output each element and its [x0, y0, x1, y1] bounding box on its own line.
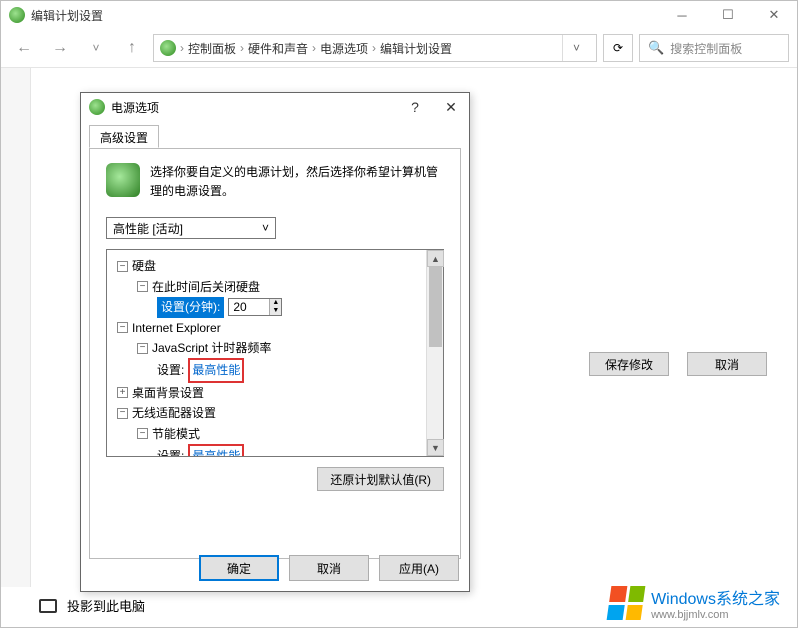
nav-back-button[interactable]: ←	[9, 33, 39, 63]
refresh-button[interactable]: ⟳	[603, 34, 633, 62]
scrollbar[interactable]: ▲ ▼	[426, 250, 443, 456]
sidebar	[1, 68, 31, 587]
dialog-titlebar: 电源选项 ? ✕	[81, 93, 469, 121]
tree-node-ie[interactable]: −Internet Explorer	[113, 318, 426, 338]
tree-leaf-hdd-setting[interactable]: 设置(分钟): ▲▼	[113, 297, 426, 317]
js-value[interactable]: 最高性能	[188, 358, 244, 382]
tree-node-hdd[interactable]: −硬盘	[113, 256, 426, 276]
project-to-pc-label: 投影到此电脑	[67, 596, 145, 615]
windows-logo-icon	[607, 586, 646, 620]
spinner-up-icon[interactable]: ▲	[269, 299, 281, 307]
window-title: 编辑计划设置	[31, 7, 103, 24]
cancel-button[interactable]: 取消	[687, 352, 767, 376]
dialog-title: 电源选项	[111, 99, 159, 116]
plan-selected-value: 高性能 [活动]	[113, 220, 183, 237]
power-icon	[160, 40, 176, 56]
search-icon: 🔍	[648, 40, 664, 56]
wifi-value[interactable]: 最高性能	[188, 444, 244, 456]
help-button[interactable]: ?	[397, 93, 433, 121]
description-text: 选择你要自定义的电源计划，然后选择你希望计算机管理的电源设置。	[150, 163, 444, 201]
tree-node-wifi-mode[interactable]: −节能模式	[113, 424, 426, 444]
scroll-down-icon[interactable]: ▼	[427, 439, 444, 456]
toolbar: ← → ˅ ↑ › 控制面板 › 硬件和声音 › 电源选项 › 编辑计划设置 ˅…	[1, 29, 797, 67]
cancel-button[interactable]: 取消	[289, 555, 369, 581]
restore-defaults-button[interactable]: 还原计划默认值(R)	[317, 467, 444, 491]
tab-advanced[interactable]: 高级设置	[89, 125, 159, 148]
tree-leaf-wifi-setting[interactable]: 设置: 最高性能	[113, 444, 426, 456]
breadcrumb[interactable]: › 控制面板 › 硬件和声音 › 电源选项 › 编辑计划设置 ˅	[153, 34, 597, 62]
titlebar: 编辑计划设置 ─ ☐ ✕	[1, 1, 797, 29]
watermark-url: www.bjjmlv.com	[651, 609, 780, 621]
save-button[interactable]: 保存修改	[589, 352, 669, 376]
chevron-down-icon[interactable]: ˅	[562, 35, 590, 61]
projector-icon	[39, 599, 57, 613]
apply-button[interactable]: 应用(A)	[379, 555, 459, 581]
breadcrumb-item[interactable]: 控制面板	[188, 40, 236, 57]
close-button[interactable]: ✕	[433, 93, 469, 121]
watermark: Windows系统之家 www.bjjmlv.com	[609, 585, 780, 621]
settings-tree: −硬盘 −在此时间后关闭硬盘 设置(分钟): ▲▼ −Internet Expl…	[106, 249, 444, 457]
chevron-down-icon: ˅	[262, 221, 269, 235]
nav-up-button[interactable]: ↑	[117, 33, 147, 63]
minutes-spinner[interactable]: ▲▼	[228, 298, 282, 316]
tabstrip: 高级设置	[89, 125, 461, 149]
tree-node-desktop[interactable]: +桌面背景设置	[113, 383, 426, 403]
scroll-thumb[interactable]	[429, 267, 442, 347]
tree-leaf-js-setting[interactable]: 设置: 最高性能	[113, 358, 426, 382]
tab-page: 选择你要自定义的电源计划，然后选择你希望计算机管理的电源设置。 高性能 [活动]…	[89, 149, 461, 559]
tree-node-js-timer[interactable]: −JavaScript 计时器频率	[113, 338, 426, 358]
breadcrumb-item[interactable]: 电源选项	[320, 40, 368, 57]
setting-label: 设置(分钟):	[157, 297, 224, 317]
search-input[interactable]: 🔍 搜索控制面板	[639, 34, 789, 62]
breadcrumb-item[interactable]: 编辑计划设置	[380, 40, 452, 57]
nav-dropdown-button[interactable]: ˅	[81, 33, 111, 63]
battery-icon	[106, 163, 140, 197]
minutes-input[interactable]	[229, 300, 269, 314]
close-button[interactable]: ✕	[751, 1, 797, 29]
scroll-up-icon[interactable]: ▲	[427, 250, 444, 267]
minimize-button[interactable]: ─	[659, 1, 705, 29]
maximize-button[interactable]: ☐	[705, 1, 751, 29]
power-icon	[9, 7, 25, 23]
plan-select[interactable]: 高性能 [活动] ˅	[106, 217, 276, 239]
watermark-title: Windows系统之家	[651, 585, 780, 609]
power-icon	[89, 99, 105, 115]
tree-node-hdd-off[interactable]: −在此时间后关闭硬盘	[113, 277, 426, 297]
ok-button[interactable]: 确定	[199, 555, 279, 581]
project-to-pc-item[interactable]: 投影到此电脑	[39, 596, 145, 615]
power-options-dialog: 电源选项 ? ✕ 高级设置 选择你要自定义的电源计划，然后选择你希望计算机管理的…	[80, 92, 470, 592]
spinner-down-icon[interactable]: ▼	[269, 307, 281, 315]
nav-forward-button[interactable]: →	[45, 33, 75, 63]
search-placeholder: 搜索控制面板	[670, 40, 742, 57]
breadcrumb-item[interactable]: 硬件和声音	[248, 40, 308, 57]
tree-node-wifi[interactable]: −无线适配器设置	[113, 403, 426, 423]
